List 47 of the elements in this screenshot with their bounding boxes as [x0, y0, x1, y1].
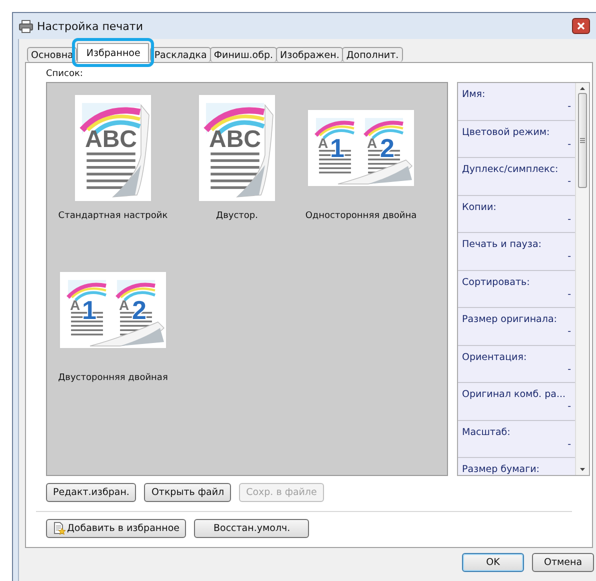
property-value: - — [568, 438, 571, 450]
property-label: Копии: — [462, 202, 498, 212]
favorite-name[interactable]: Двустор. — [216, 211, 258, 221]
printer-icon — [19, 20, 33, 32]
property-value: - — [568, 288, 571, 300]
favorite-name[interactable]: Двусторонняя двойная — [58, 373, 168, 383]
property-value: - — [568, 364, 571, 374]
action-button[interactable]: Добавить в избранное — [46, 519, 186, 538]
property-label: Размер бумаги: — [462, 464, 540, 475]
property-value: - — [568, 138, 571, 150]
property-label: Цветовой режим: — [462, 126, 551, 138]
tab[interactable]: Раскладка — [150, 47, 211, 62]
property-label: Имя: — [462, 89, 486, 100]
favorite-name[interactable]: Односторонняя двойна — [305, 211, 417, 221]
property-label: Оригинал комб. ра... — [462, 389, 566, 400]
tab[interactable]: Дополнит. — [342, 47, 403, 62]
action-button[interactable]: Открыть файл — [144, 483, 232, 502]
action-button[interactable]: Редакт.избран. — [46, 483, 136, 502]
grip-icon — [580, 138, 585, 143]
document-icon[interactable]: ABC — [199, 95, 275, 201]
property-label: Печать и пауза: — [462, 239, 542, 250]
property-value: - — [568, 176, 571, 187]
tab[interactable]: Финиш.обр. — [210, 47, 278, 62]
property-value: - — [568, 101, 571, 112]
favorite-name[interactable]: Стандартная настройк — [58, 211, 168, 221]
dialog-button[interactable]: OK — [462, 553, 524, 572]
action-button[interactable]: Восстан.умолч. — [194, 519, 310, 538]
document-star-icon — [53, 522, 66, 535]
property-value: - — [568, 401, 571, 412]
close-button[interactable] — [572, 18, 590, 34]
tab[interactable]: Изображен. — [276, 47, 344, 62]
document-icon[interactable]: ABC — [75, 95, 151, 201]
scroll-thumb[interactable] — [578, 93, 587, 188]
close-icon — [577, 22, 585, 30]
property-value: - — [568, 326, 571, 337]
property-label: Масштаб: — [462, 426, 512, 438]
list-label: Список: — [46, 69, 84, 79]
property-label: Ориентация: — [462, 352, 528, 362]
property-label: Дуплекс/симплекс: — [462, 164, 560, 175]
property-value: - — [568, 214, 571, 224]
property-value: - — [568, 251, 571, 262]
scrollbar[interactable] — [575, 83, 589, 475]
dialog-button[interactable]: Отмена — [532, 553, 594, 572]
property-label: Сортировать: — [462, 276, 531, 288]
window-title: Настройка печати — [37, 20, 143, 32]
property-label: Размер оригинала: — [462, 314, 558, 325]
tab[interactable]: Основна — [27, 47, 78, 62]
